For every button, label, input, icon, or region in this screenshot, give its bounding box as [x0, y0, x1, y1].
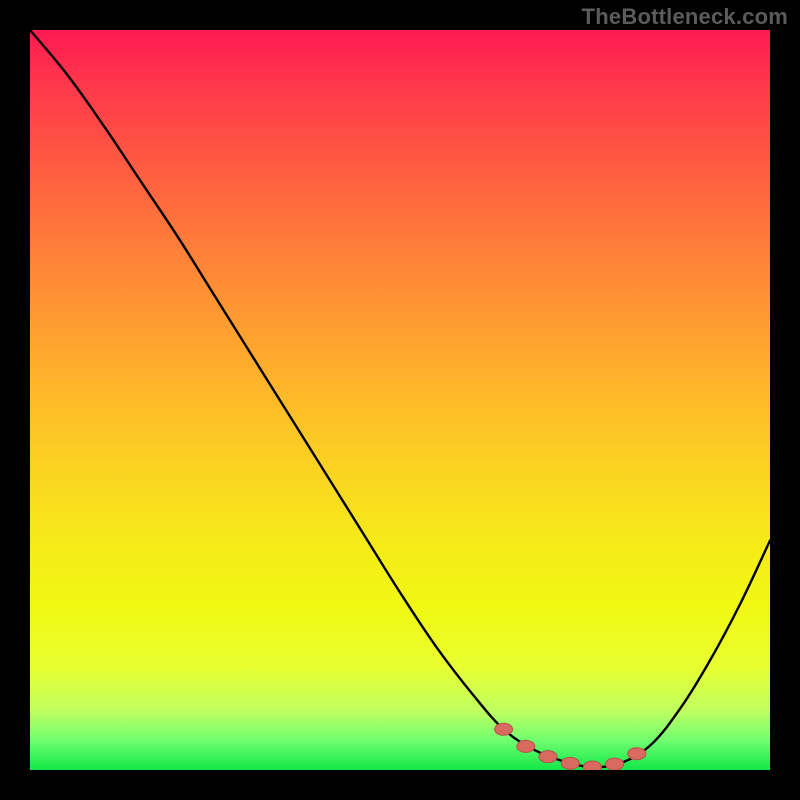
marker-dot: [606, 758, 624, 770]
marker-dot: [517, 740, 535, 752]
bottleneck-curve: [30, 30, 770, 767]
marker-dot: [495, 723, 513, 735]
curve-markers: [495, 723, 646, 770]
watermark: TheBottleneck.com: [582, 4, 788, 30]
marker-dot: [539, 751, 557, 763]
curve-svg: [30, 30, 770, 770]
marker-dot: [583, 761, 601, 770]
marker-dot: [628, 748, 646, 760]
plot-area: [30, 30, 770, 770]
marker-dot: [561, 757, 579, 769]
chart-container: TheBottleneck.com: [0, 0, 800, 800]
